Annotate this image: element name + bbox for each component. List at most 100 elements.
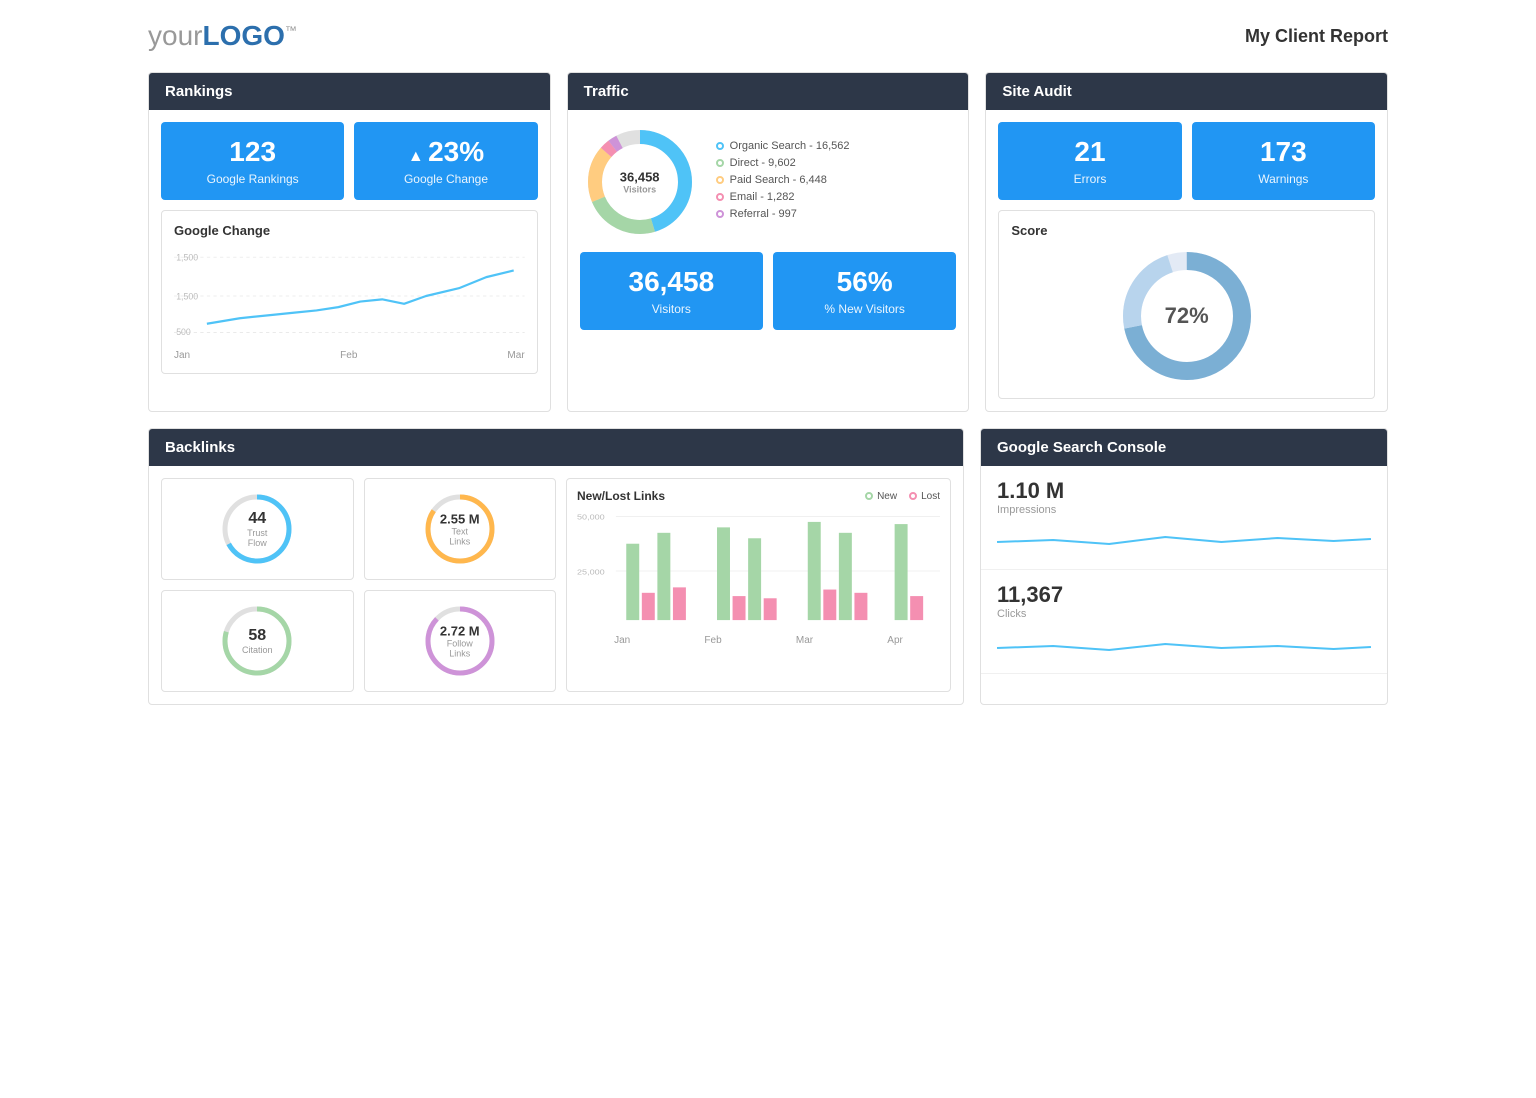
new-visitors-label: % New Visitors xyxy=(783,302,946,316)
legend-dot-referral xyxy=(716,210,724,218)
visitors-value: 36,458 xyxy=(590,266,753,298)
legend-item-email: Email - 1,282 xyxy=(716,191,850,203)
site-audit-header: Site Audit xyxy=(986,73,1387,110)
svg-text:50,000: 50,000 xyxy=(577,512,605,521)
main-grid: Rankings 123 Google Rankings 23% Google … xyxy=(148,72,1388,412)
warnings-value: 173 xyxy=(1202,136,1365,168)
svg-text:25,000: 25,000 xyxy=(577,567,605,576)
bar-chart-legend: New Lost xyxy=(865,491,940,502)
backlinks-inner: 44 Trust Flow 58 xyxy=(161,478,951,692)
follow-links-stat: 2.72 M Follow Links xyxy=(364,590,557,692)
backlinks-section: Backlinks 44 Trust Flow xyxy=(148,428,964,705)
new-visitors-value: 56% xyxy=(783,266,946,298)
google-rankings-box: 123 Google Rankings xyxy=(161,122,344,200)
legend-item-organic: Organic Search - 16,562 xyxy=(716,140,850,152)
svg-text:1,500: 1,500 xyxy=(176,291,198,301)
legend-dot-lost xyxy=(909,492,917,500)
impressions-sparkline xyxy=(997,522,1371,557)
impressions-stat: 1.10 M Impressions xyxy=(981,466,1387,570)
google-change-box: 23% Google Change xyxy=(354,122,537,200)
rankings-header: Rankings xyxy=(149,73,550,110)
bottom-grid: Backlinks 44 Trust Flow xyxy=(148,428,1388,705)
legend-dot-organic xyxy=(716,142,724,150)
site-audit-stat-boxes: 21 Errors 173 Warnings xyxy=(998,122,1375,200)
trust-flow-value: 44 xyxy=(237,510,277,528)
score-title: Score xyxy=(1011,223,1362,238)
visitors-label: Visitors xyxy=(590,302,753,316)
google-rankings-value: 123 xyxy=(171,136,334,168)
rankings-stat-boxes: 123 Google Rankings 23% Google Change xyxy=(161,122,538,200)
bar-chart-title: New/Lost Links xyxy=(577,489,665,503)
line-chart-svg: 1,500 1,500 500 xyxy=(174,246,525,346)
svg-text:1,500: 1,500 xyxy=(176,252,198,262)
traffic-stat-boxes: 36,458 Visitors 56% % New Visitors xyxy=(580,252,957,330)
traffic-section: Traffic xyxy=(567,72,970,412)
trust-flow-ring: 44 Trust Flow xyxy=(217,489,297,569)
gsc-header: Google Search Console xyxy=(981,429,1387,466)
logo-tm: ™ xyxy=(285,24,297,38)
site-audit-section: Site Audit 21 Errors 173 Warnings Score xyxy=(985,72,1388,412)
rankings-body: 123 Google Rankings 23% Google Change Go… xyxy=(149,110,550,386)
traffic-donut: 36,458 Visitors xyxy=(580,122,700,242)
impressions-label: Impressions xyxy=(997,504,1371,516)
impressions-value: 1.10 M xyxy=(997,478,1371,504)
donut-label: Visitors xyxy=(620,185,660,195)
backlinks-body: 44 Trust Flow 58 xyxy=(149,466,963,704)
trust-flow-stat: 44 Trust Flow xyxy=(161,478,354,580)
new-visitors-box: 56% % New Visitors xyxy=(773,252,956,330)
text-links-value: 2.55 M xyxy=(440,512,480,527)
rankings-section: Rankings 123 Google Rankings 23% Google … xyxy=(148,72,551,412)
backlinks-circles-right: 2.55 M Text Links 2.72 M xyxy=(364,478,557,692)
legend-new-label: New xyxy=(877,491,897,502)
errors-label: Errors xyxy=(1008,172,1171,186)
bar-chart-x-labels: Jan Feb Mar Apr xyxy=(577,635,940,646)
backlinks-header: Backlinks xyxy=(149,429,963,466)
page-header: yourLOGO™ My Client Report xyxy=(148,20,1388,52)
citation-ring: 58 Citation xyxy=(217,601,297,681)
legend-lost-label: Lost xyxy=(921,491,940,502)
chart-title: Google Change xyxy=(174,223,525,238)
clicks-label: Clicks xyxy=(997,608,1371,620)
clicks-value: 11,367 xyxy=(997,582,1371,608)
text-links-stat: 2.55 M Text Links xyxy=(364,478,557,580)
donut-value: 36,458 xyxy=(620,170,660,185)
bar-chart-svg: 50,000 25,000 xyxy=(577,511,940,631)
citation-value: 58 xyxy=(242,627,273,645)
legend-dot-new xyxy=(865,492,873,500)
google-rankings-label: Google Rankings xyxy=(171,172,334,186)
traffic-body: 36,458 Visitors Organic Search - 16,562 … xyxy=(568,110,969,342)
logo-bold: LOGO xyxy=(202,20,284,51)
line-chart: 1,500 1,500 500 xyxy=(174,246,525,346)
gsc-body: 1.10 M Impressions 11,367 Clicks xyxy=(981,466,1387,674)
follow-links-ring: 2.72 M Follow Links xyxy=(420,601,500,681)
google-change-label: Google Change xyxy=(364,172,527,186)
warnings-label: Warnings xyxy=(1202,172,1365,186)
logo-light: your xyxy=(148,20,202,51)
errors-value: 21 xyxy=(1008,136,1171,168)
google-change-chart-box: Google Change 1,500 1,500 500 xyxy=(161,210,538,374)
follow-links-label: Follow Links xyxy=(440,639,480,659)
new-lost-links-chart: New/Lost Links New Lost xyxy=(566,478,951,692)
clicks-sparkline xyxy=(997,626,1371,661)
citation-label: Citation xyxy=(242,645,273,655)
citation-stat: 58 Citation xyxy=(161,590,354,692)
score-center-value: 72% xyxy=(1165,303,1209,329)
score-donut: 72% xyxy=(1117,246,1257,386)
traffic-header: Traffic xyxy=(568,73,969,110)
warnings-box: 173 Warnings xyxy=(1192,122,1375,200)
legend-item-paid: Paid Search - 6,448 xyxy=(716,174,850,186)
google-change-value: 23% xyxy=(364,136,527,168)
traffic-legend: Organic Search - 16,562 Direct - 9,602 P… xyxy=(716,140,850,225)
backlinks-circles-left: 44 Trust Flow 58 xyxy=(161,478,354,692)
follow-links-value: 2.72 M xyxy=(440,624,480,639)
visitors-box: 36,458 Visitors xyxy=(580,252,763,330)
chart-x-labels: Jan Feb Mar xyxy=(174,350,525,361)
gsc-section: Google Search Console 1.10 M Impressions… xyxy=(980,428,1388,705)
legend-item-referral: Referral - 997 xyxy=(716,208,850,220)
traffic-donut-row: 36,458 Visitors Organic Search - 16,562 … xyxy=(580,122,957,242)
legend-dot-direct xyxy=(716,159,724,167)
legend-dot-email xyxy=(716,193,724,201)
svg-text:500: 500 xyxy=(176,327,191,337)
report-title: My Client Report xyxy=(1245,26,1388,47)
text-links-ring: 2.55 M Text Links xyxy=(420,489,500,569)
